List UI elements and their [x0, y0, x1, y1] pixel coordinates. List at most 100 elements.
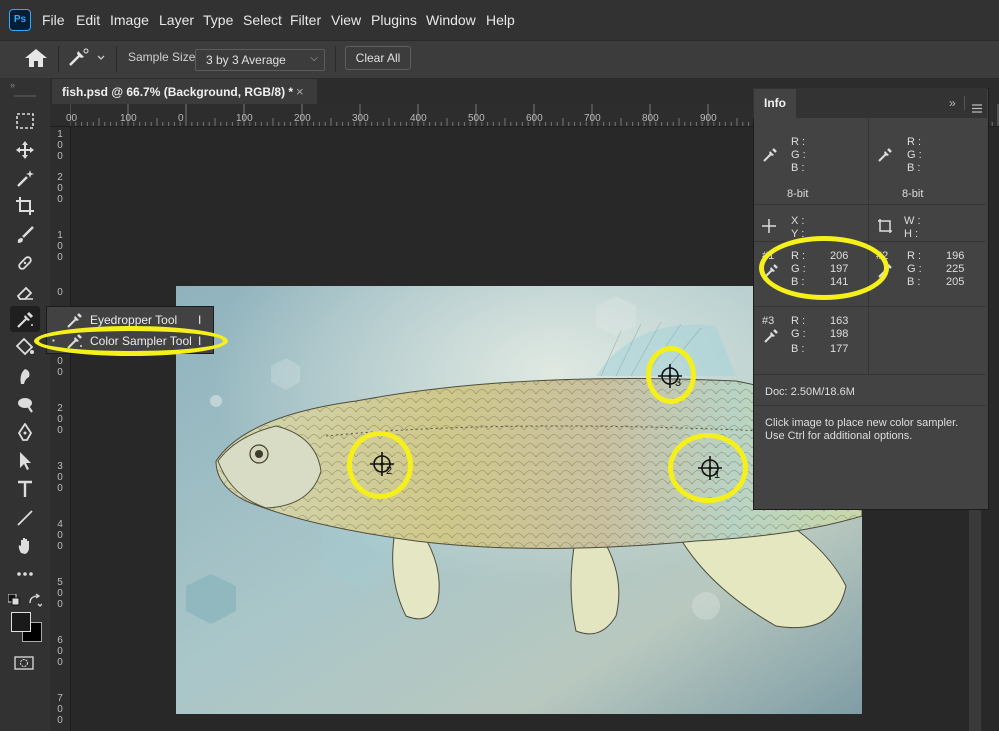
vertical-ruler-digit: 0	[57, 646, 63, 657]
vertical-ruler-digit: 0	[57, 541, 63, 552]
info-divider	[754, 204, 986, 205]
info-x-label: X :	[791, 215, 805, 227]
panel-menu-icon[interactable]	[972, 100, 982, 118]
eyedropper-icon[interactable]	[877, 146, 893, 167]
ruler-tick-label: 900	[700, 113, 717, 124]
vertical-ruler-digit: 0	[57, 356, 63, 367]
color-sampler-icon[interactable]	[763, 327, 779, 348]
ruler-tick-label: 600	[526, 113, 543, 124]
foreground-color-swatch[interactable]	[11, 612, 31, 632]
info-divider	[754, 405, 986, 406]
menu-type[interactable]: Type	[203, 12, 233, 28]
vertical-ruler-digit: 0	[57, 588, 63, 599]
vertical-ruler-digit: 0	[57, 704, 63, 715]
info-b-label: B :	[907, 276, 921, 288]
crop-tool-icon[interactable]	[10, 193, 40, 219]
vertical-ruler-digit: 6	[57, 635, 63, 646]
info-g-label: G :	[907, 263, 922, 275]
vertical-ruler-digit: 2	[57, 172, 63, 183]
line-tool-icon[interactable]	[10, 505, 40, 531]
vertical-ruler-digit: 0	[57, 367, 63, 378]
sampler-3-r-value: 163	[830, 315, 849, 327]
menu-file[interactable]: File	[42, 12, 65, 28]
flyout-eyedropper-tool[interactable]: Eyedropper Tool	[90, 313, 177, 327]
ruler-tick-label: 700	[584, 113, 601, 124]
highlight-circle	[646, 346, 696, 404]
path-selection-tool-icon[interactable]	[10, 448, 40, 474]
vertical-ruler-digit: 7	[57, 693, 63, 704]
type-tool-icon[interactable]	[10, 476, 40, 502]
sample-size-value: 3 by 3 Average	[206, 53, 286, 67]
ruler-tick-label: 100	[120, 113, 137, 124]
info-bit-depth: 8-bit	[787, 188, 809, 200]
vertical-ruler-digit: 0	[57, 252, 63, 263]
magic-wand-tool-icon[interactable]	[10, 165, 40, 191]
highlight-ellipse	[759, 236, 889, 300]
menu-help[interactable]: Help	[486, 12, 515, 28]
menu-image[interactable]: Image	[110, 12, 149, 28]
vertical-ruler-digit: 0	[57, 194, 63, 205]
menu-layer[interactable]: Layer	[159, 12, 194, 28]
ruler-tick-label: 00	[66, 113, 78, 124]
info-r-label: R :	[907, 250, 922, 262]
info-divider	[754, 374, 986, 375]
menu-edit[interactable]: Edit	[76, 12, 100, 28]
close-icon[interactable]: ×	[296, 84, 304, 99]
sample-size-select[interactable]: 3 by 3 Average ⌵	[195, 49, 325, 71]
pen-tool-icon[interactable]	[10, 420, 40, 446]
highlight-ellipse	[34, 326, 228, 356]
info-g-label: G :	[791, 149, 806, 161]
color-sampler-tool-preset-icon[interactable]	[66, 47, 106, 74]
vertical-ruler-digit: 0	[57, 530, 63, 541]
info-b-label: B :	[791, 162, 805, 174]
info-tab[interactable]: Info	[754, 89, 796, 118]
sample-size-label: Sample Size:	[128, 50, 199, 64]
quick-mask-icon[interactable]	[14, 656, 34, 675]
default-colors-icon[interactable]	[7, 593, 20, 611]
dodge-tool-icon[interactable]	[10, 391, 40, 417]
menu-filter[interactable]: Filter	[290, 12, 321, 28]
document-tab-title: fish.psd @ 66.7% (Background, RGB/8) *	[62, 85, 294, 99]
photoshop-logo: Ps	[9, 9, 31, 31]
info-hint-line-1: Click image to place new color sampler.	[765, 417, 959, 429]
ruler-tick-label: 0	[178, 113, 184, 124]
smudge-tool-icon[interactable]	[10, 363, 40, 389]
swap-colors-icon[interactable]	[28, 593, 43, 612]
vertical-ruler-digit: 3	[57, 461, 63, 472]
eyedropper-icon[interactable]	[762, 146, 778, 167]
menu-view[interactable]: View	[331, 12, 361, 28]
ruler-tick-label: 300	[352, 113, 369, 124]
ruler-tick-label: 400	[410, 113, 427, 124]
document-tab[interactable]: fish.psd @ 66.7% (Background, RGB/8) * ×	[52, 79, 317, 104]
eraser-tool-icon[interactable]	[10, 279, 40, 305]
ruler-tick-label: 800	[642, 113, 659, 124]
vertical-ruler-digit: 2	[57, 403, 63, 414]
marquee-tool-icon[interactable]	[10, 108, 40, 134]
more-tools-icon[interactable]	[10, 561, 40, 587]
clear-all-button[interactable]: Clear All	[345, 46, 411, 70]
info-divider	[754, 306, 986, 307]
hand-tool-icon[interactable]	[10, 533, 40, 559]
move-tool-icon[interactable]	[10, 137, 40, 163]
brush-tool-icon[interactable]	[10, 222, 40, 248]
toolbar-grip[interactable]	[14, 95, 36, 97]
info-h-label: H :	[904, 228, 919, 240]
healing-brush-tool-icon[interactable]	[10, 250, 40, 276]
info-bit-depth: 8-bit	[902, 188, 924, 200]
vertical-ruler-digit: 0	[57, 151, 63, 162]
menu-select[interactable]: Select	[243, 12, 282, 28]
home-icon[interactable]	[24, 48, 48, 73]
eyedropper-tool-icon[interactable]	[10, 306, 40, 332]
collapse-panel-icon[interactable]: »	[949, 96, 956, 110]
vertical-ruler-digit: 0	[57, 425, 63, 436]
info-r-label: R :	[791, 315, 806, 327]
vertical-scrollbar[interactable]	[969, 510, 981, 731]
doc-size: Doc: 2.50M/18.6M	[765, 386, 855, 398]
menu-plugins[interactable]: Plugins	[371, 12, 417, 28]
header-separator	[964, 96, 965, 110]
toolbar-collapse-icon[interactable]: »	[10, 80, 15, 90]
vertical-ruler-digit: 4	[57, 519, 63, 530]
selection-size-icon	[877, 218, 893, 239]
menu-window[interactable]: Window	[426, 12, 476, 28]
info-hint-line-2: Use Ctrl for additional options.	[765, 430, 913, 442]
